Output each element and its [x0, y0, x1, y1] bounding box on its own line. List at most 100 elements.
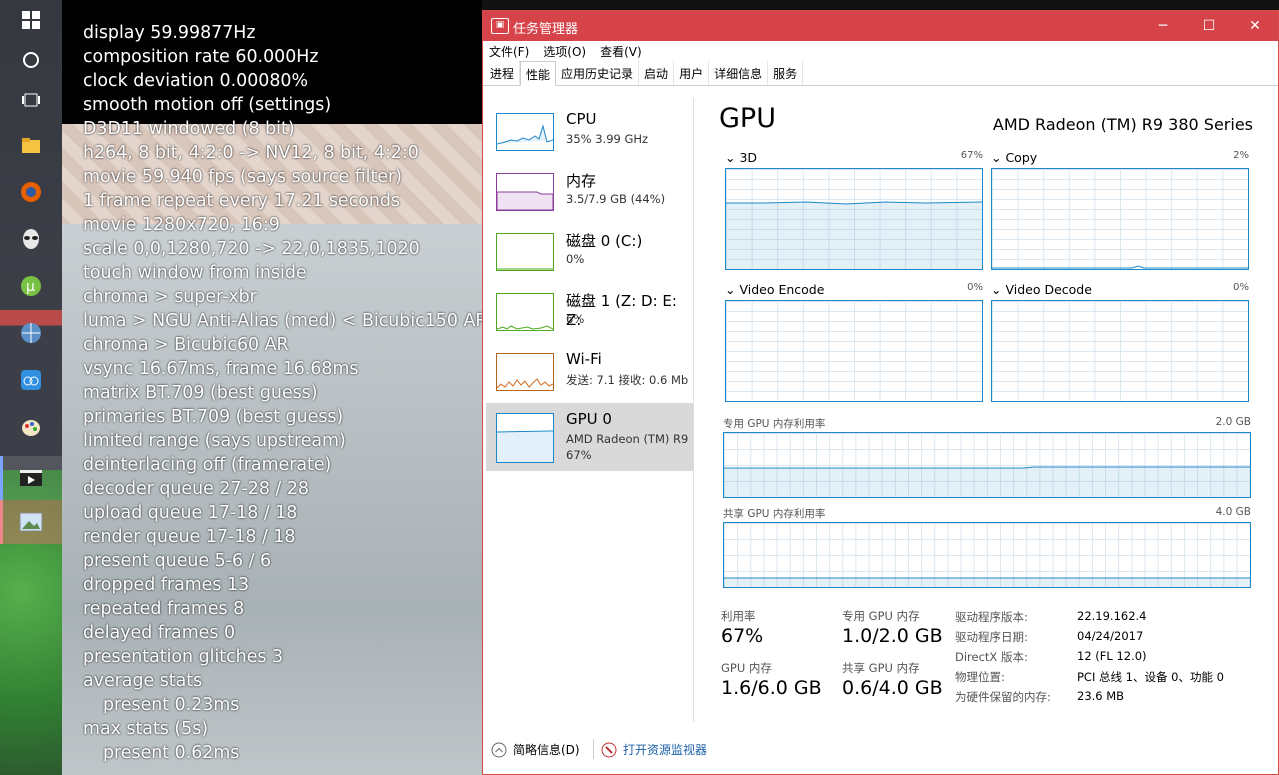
stat-line: D3D11 windowed (8 bit) — [83, 119, 295, 139]
driver-version-label: 驱动程序版本: — [955, 610, 1028, 624]
stat-line: present queue 5-6 / 6 — [83, 551, 272, 571]
graph-video-encode — [725, 300, 983, 402]
close-button[interactable]: ✕ — [1232, 11, 1278, 41]
graph-shared-memory — [723, 522, 1251, 588]
video-player[interactable]: display 59.99877Hz composition rate 60.00… — [62, 0, 482, 775]
stat-line: h264, 8 bit, 4:2:0 -> NV12, 8 bit, 4:2:0 — [83, 143, 419, 163]
stat-line: limited range (says upstream) — [83, 431, 346, 451]
task-manager-window: ▣ 任务管理器 ─ ☐ ✕ 文件(F) 选项(O) 查看(V) 进程 性能 应用… — [482, 10, 1279, 775]
sidebar-item-cpu[interactable]: CPU 35% 3.99 GHz — [486, 103, 693, 163]
engine-video-decode-percent: 0% — [1233, 282, 1249, 293]
menu-options[interactable]: 选项(O) — [543, 43, 586, 60]
utorrent-icon[interactable]: μ — [14, 269, 48, 303]
sidebar-item-wifi[interactable]: Wi-Fi 发送: 7.1 接收: 0.6 Mb — [486, 343, 693, 403]
tab-services[interactable]: 服务 — [768, 61, 804, 85]
sidebar-item-disk1[interactable]: 磁盘 1 (Z: D: E: Z: 6% — [486, 283, 693, 343]
alien-app-icon[interactable] — [14, 222, 48, 256]
stat-line: render queue 17-18 / 18 — [83, 527, 296, 547]
stat-line: dropped frames 13 — [83, 575, 250, 595]
stat-line: smooth motion off (settings) — [83, 95, 332, 115]
stat-line: decoder queue 27-28 / 28 — [83, 479, 309, 499]
graph-dedicated-memory — [723, 432, 1251, 498]
sidebar-item-subtext: 35% 3.99 GHz — [566, 132, 649, 146]
disk0-thumbnail-graph — [496, 233, 554, 271]
minimize-button[interactable]: ─ — [1140, 11, 1186, 41]
maximize-button[interactable]: ☐ — [1186, 11, 1232, 41]
stat-line: movie 59.940 fps (says source filter) — [83, 167, 402, 187]
menu-view[interactable]: 查看(V) — [600, 43, 642, 60]
menu-file[interactable]: 文件(F) — [489, 43, 529, 60]
cloud-app-icon[interactable] — [14, 363, 48, 397]
wifi-thumbnail-graph — [496, 353, 554, 391]
engine-copy-percent: 2% — [1233, 150, 1249, 161]
dedicated-memory-max: 2.0 GB — [1215, 416, 1251, 428]
menu-bar: 文件(F) 选项(O) 查看(V) — [483, 41, 1278, 61]
svg-text:μ: μ — [26, 279, 35, 295]
resource-monitor-icon — [601, 742, 617, 757]
window-title: 任务管理器 — [513, 22, 579, 37]
footer-bar: 简略信息(D) 打开资源监视器 — [483, 731, 1278, 771]
tab-users[interactable]: 用户 — [674, 61, 710, 85]
shared-memory-max: 4.0 GB — [1215, 506, 1251, 518]
dedicated-gpu-memory-value: 1.0/2.0 GB — [842, 625, 943, 647]
stat-line: repeated frames 8 — [83, 599, 245, 619]
windows-start-icon[interactable] — [14, 3, 48, 37]
sidebar-item-subtext: 发送: 7.1 接收: 0.6 Mb — [566, 373, 689, 387]
open-resource-monitor-link[interactable]: 打开资源监视器 — [601, 741, 707, 758]
file-explorer-icon[interactable] — [14, 128, 48, 162]
gpu-thumbnail-graph — [496, 413, 554, 463]
engine-3d-label[interactable]: ⌄ 3D — [725, 150, 757, 165]
gpu-memory-value: 1.6/6.0 GB — [721, 677, 822, 699]
stat-line: primaries BT.709 (best guess) — [83, 407, 344, 427]
task-manager-app-icon: ▣ — [491, 18, 509, 34]
tab-processes[interactable]: 进程 — [485, 61, 521, 85]
gpu-panel: GPU AMD Radeon (TM) R9 380 Series ⌄ 3D 6… — [713, 98, 1273, 728]
driver-date-value: 04/24/2017 — [1077, 629, 1144, 643]
photo-viewer-icon[interactable] — [14, 505, 48, 539]
media-player-icon[interactable] — [14, 461, 48, 495]
sidebar-item-disk0[interactable]: 磁盘 0 (C:) 0% — [486, 223, 693, 283]
engine-video-encode-label[interactable]: ⌄ Video Encode — [725, 282, 824, 297]
shared-gpu-memory-label: 共享 GPU 内存 — [842, 661, 920, 675]
paint-icon[interactable] — [14, 410, 48, 444]
dedicated-gpu-memory-label: 专用 GPU 内存 — [842, 609, 920, 623]
stat-line: display 59.99877Hz — [83, 23, 256, 43]
globe-app-icon[interactable] — [14, 316, 48, 350]
sidebar-item-memory[interactable]: 内存 3.5/7.9 GB (44%) — [486, 163, 693, 223]
firefox-icon[interactable] — [14, 175, 48, 209]
stat-line: movie 1280x720, 16:9 — [83, 215, 280, 235]
utilization-label: 利用率 — [721, 609, 756, 623]
reserved-memory-label: 为硬件保留的内存: — [955, 690, 1051, 704]
tab-performance[interactable]: 性能 — [520, 61, 557, 86]
sidebar-item-subtext: 3.5/7.9 GB (44%) — [566, 192, 666, 206]
fewer-details-button[interactable]: 简略信息(D) — [491, 741, 580, 758]
sidebar-item-label: 磁盘 0 (C:) — [566, 232, 643, 250]
gpu-memory-label: GPU 内存 — [721, 661, 772, 675]
sidebar-item-label: 内存 — [566, 172, 597, 190]
graph-video-decode — [991, 300, 1249, 402]
sidebar-item-label: Wi-Fi — [566, 350, 602, 368]
engine-video-decode-label[interactable]: ⌄ Video Decode — [991, 282, 1092, 297]
shared-memory-label: 共享 GPU 内存利用率 — [723, 508, 826, 520]
sidebar-item-label: GPU 0 — [566, 410, 612, 428]
taskbar: μ — [0, 0, 70, 775]
physical-location-label: 物理位置: — [955, 670, 1005, 684]
engine-label-text: Copy — [1005, 150, 1038, 165]
graph-copy — [991, 168, 1249, 270]
video-stats-overlay: display 59.99877Hz composition rate 60.00… — [83, 21, 482, 765]
title-bar[interactable]: ▣ 任务管理器 ─ ☐ ✕ — [483, 11, 1278, 41]
stat-line: deinterlacing off (framerate) — [83, 455, 332, 475]
tab-startup[interactable]: 启动 — [639, 61, 675, 85]
sidebar-item-label: CPU — [566, 110, 597, 128]
cortana-icon[interactable] — [14, 43, 48, 77]
task-view-icon[interactable] — [14, 83, 48, 117]
engine-copy-label[interactable]: ⌄ Copy — [991, 150, 1037, 165]
graph-3d — [725, 168, 983, 270]
tab-app-history[interactable]: 应用历史记录 — [556, 61, 640, 85]
sidebar-item-gpu0[interactable]: GPU 0 AMD Radeon (TM) R9 67% — [486, 403, 693, 471]
sidebar-item-subtext-2: 67% — [566, 448, 592, 462]
sidebar-item-subtext: AMD Radeon (TM) R9 — [566, 432, 689, 446]
tab-details[interactable]: 详细信息 — [709, 61, 769, 85]
shared-gpu-memory-value: 0.6/4.0 GB — [842, 677, 943, 699]
stat-line: present 0.62ms — [103, 743, 240, 763]
